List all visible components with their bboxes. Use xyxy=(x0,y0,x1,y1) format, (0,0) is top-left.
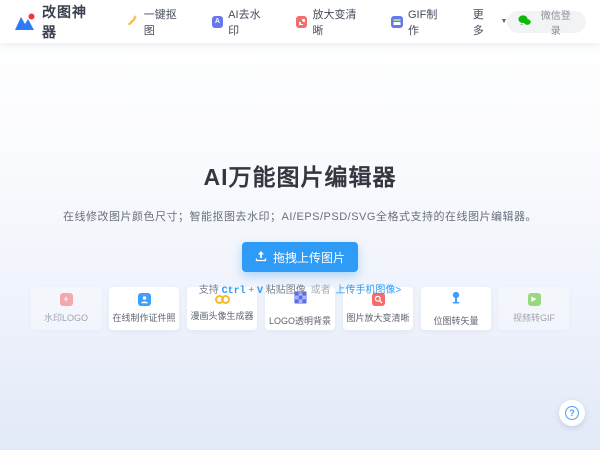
nav-item-enlarge[interactable]: 放大变清晰 xyxy=(296,6,366,38)
plus-sign: + xyxy=(246,285,257,296)
nav-item-more[interactable]: 更多 ▼ xyxy=(473,6,508,38)
upload-image-button[interactable]: 拖拽上传图片 xyxy=(242,242,358,272)
gif-maker-icon xyxy=(391,16,403,28)
hero-section: AI万能图片编辑器 在线修改图片颜色尺寸；智能抠图去水印；AI/EPS/PSD/… xyxy=(0,158,600,297)
nav-item-label: GIF制作 xyxy=(408,6,447,38)
upload-button-label: 拖拽上传图片 xyxy=(273,249,345,266)
wechat-icon xyxy=(518,15,531,29)
main-nav: 一键抠图 A AI去水印 放大变清晰 GIF制作 更多 ▼ xyxy=(126,6,508,38)
feature-card-label: 位图转矢量 xyxy=(433,314,478,327)
upload-from-phone-link[interactable]: 上传手机图像> xyxy=(335,285,401,296)
nav-item-label: 放大变清晰 xyxy=(312,6,365,38)
or-text: 或者 xyxy=(311,285,331,296)
nav-item-label: AI去水印 xyxy=(228,6,270,38)
nav-item-cutout[interactable]: 一键抠图 xyxy=(126,6,186,38)
nav-item-remove-watermark[interactable]: A AI去水印 xyxy=(212,6,270,38)
nav-item-label: 一键抠图 xyxy=(144,6,186,38)
feature-card-label: 图片放大变清晰 xyxy=(346,311,409,324)
nav-item-gif[interactable]: GIF制作 xyxy=(391,6,446,38)
navbar: 改图神器 一键抠图 A AI去水印 放大变清晰 G xyxy=(0,0,600,43)
page-subtitle: 在线修改图片颜色尺寸；智能抠图去水印；AI/EPS/PSD/SVG全格式支持的在… xyxy=(0,208,600,224)
brand-name: 改图神器 xyxy=(42,2,100,42)
paste-action-text: 粘贴图像 xyxy=(263,285,306,296)
wechat-login-label: 微信登录 xyxy=(536,7,575,37)
feature-card-label: 在线制作证件照 xyxy=(112,311,175,324)
feature-card-label: 视频转GIF xyxy=(513,311,555,324)
question-mark-icon: ? xyxy=(565,406,579,420)
upload-icon xyxy=(255,250,267,265)
brand-logo[interactable]: 改图神器 xyxy=(14,2,100,42)
magic-wand-icon xyxy=(126,14,139,29)
upload-area: 拖拽上传图片 xyxy=(0,224,600,272)
feature-card-label: LOGO透明背景 xyxy=(269,314,331,327)
support-prefix: 支持 xyxy=(199,285,222,296)
chevron-down-icon: ▼ xyxy=(501,18,508,25)
page-title: AI万能图片编辑器 xyxy=(0,158,600,192)
enlarge-clear-icon xyxy=(296,16,308,28)
feature-card-label: 漫画头像生成器 xyxy=(190,309,253,322)
brand-logo-icon xyxy=(14,13,36,31)
help-button[interactable]: ? xyxy=(559,400,585,426)
feature-card-label: 水印LOGO xyxy=(44,311,88,324)
nav-item-label: 更多 xyxy=(473,6,494,38)
ctrl-key-label: Ctrl xyxy=(222,286,246,297)
watermark-remove-icon: A xyxy=(212,16,224,28)
wechat-login-button[interactable]: 微信登录 xyxy=(507,11,586,33)
paste-support-text: 支持 Ctrl + V 粘贴图像 或者 上传手机图像> xyxy=(0,281,600,297)
